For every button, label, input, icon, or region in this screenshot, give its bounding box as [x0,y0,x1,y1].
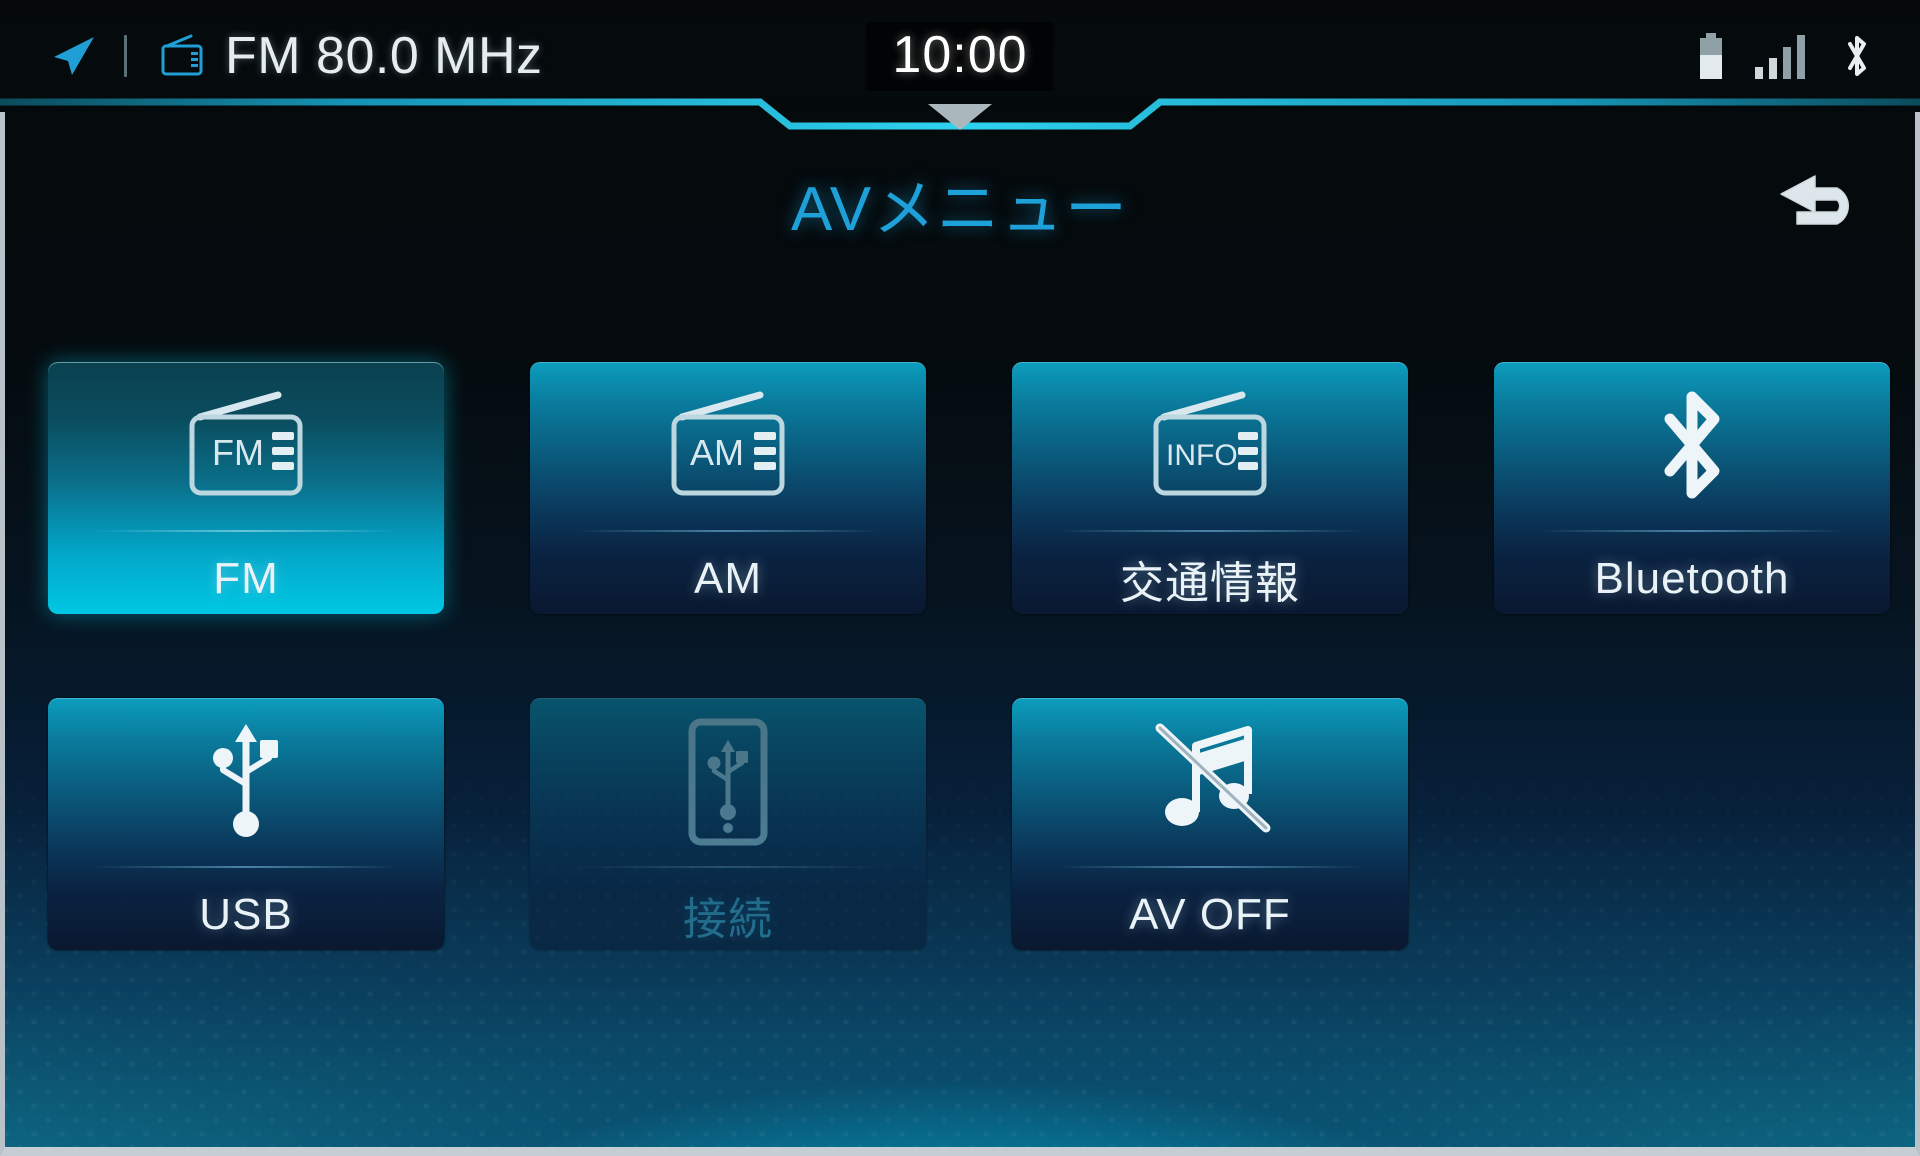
menu-tile-connect[interactable]: 接続 [530,698,926,950]
navigation-arrow-icon[interactable] [48,33,98,79]
tile-divider [1058,866,1362,868]
separator-pointer-icon [928,104,992,130]
radio-info-icon: INFO [1012,384,1408,508]
header: AVメニュー [0,148,1920,258]
radio-icon [157,32,225,80]
clock-text: 10:00 [892,26,1028,84]
radio-fm-icon: FM [48,384,444,508]
tile-divider [94,530,398,532]
svg-text:INFO: INFO [1166,439,1238,472]
menu-tile-label-am: AM [694,554,762,603]
tile-divider [94,866,398,868]
back-arrow-icon [1775,162,1867,243]
phone-usb-icon [530,718,926,846]
menu-tile-label-bluetooth: Bluetooth [1594,554,1790,603]
menu-tile-label-connect: 接続 [683,895,773,944]
svg-text:AM: AM [690,432,744,473]
menu-tile-usb[interactable]: USB [48,698,444,950]
status-divider [124,35,127,77]
tile-divider [1058,530,1362,532]
menu-tile-label-fm: FM [213,554,279,603]
menu-tile-label-av-off: AV OFF [1129,890,1291,939]
menu-tile-label-traffic: 交通情報 [1120,559,1300,608]
bluetooth-icon [1840,31,1874,81]
music-note-off-icon [1012,720,1408,844]
page-title: AVメニュー [790,175,1130,244]
bluetooth-icon [1494,384,1890,508]
back-button[interactable] [1766,154,1876,250]
status-source-text: FM 80.0 MHz [225,27,543,85]
menu-tile-label-usb: USB [199,890,293,939]
menu-tile-fm[interactable]: FM FM [48,362,444,614]
head-unit-screen: FM 80.0 MHz 10:00 AVメニュー FM FM AM AM INF… [0,0,1920,1156]
menu-tile-bluetooth[interactable]: Bluetooth [1494,362,1890,614]
radio-am-icon: AM [530,384,926,508]
signal-bars-icon [1754,33,1810,79]
tile-divider [1540,530,1844,532]
svg-text:FM: FM [212,432,264,473]
menu-tile-traffic[interactable]: INFO 交通情報 [1012,362,1408,614]
tile-divider [576,530,880,532]
clock: 10:00 [866,22,1054,91]
menu-tile-av-off[interactable]: AV OFF [1012,698,1408,950]
menu-tile-am[interactable]: AM AM [530,362,926,614]
tile-divider [576,866,880,868]
usb-icon [48,720,444,844]
battery-icon [1698,33,1724,79]
